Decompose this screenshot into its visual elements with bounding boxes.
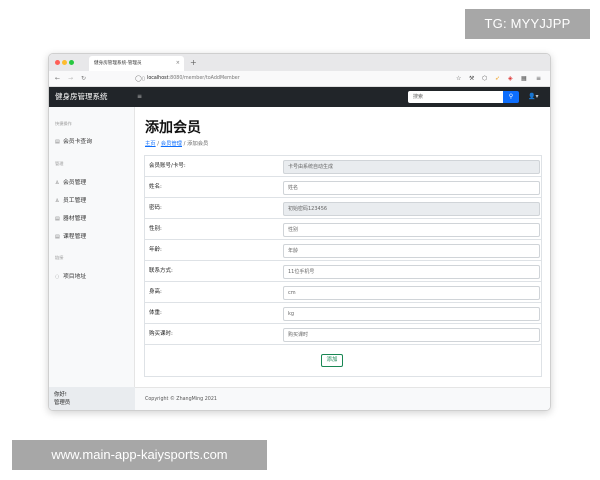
password-input bbox=[283, 202, 540, 216]
form-row-gender: 性别: bbox=[145, 219, 541, 240]
breadcrumb-separator: / bbox=[157, 141, 160, 147]
breadcrumb: 主页 / 会员管理 / 添加会员 bbox=[145, 139, 208, 147]
form-label: 体重: bbox=[149, 310, 162, 316]
form-label: 年龄: bbox=[149, 247, 162, 253]
form-label: 会员账号/卡号: bbox=[149, 163, 186, 169]
bookmark-star-icon[interactable]: ☆ bbox=[456, 75, 461, 83]
search-icon: ⚲ bbox=[508, 93, 514, 100]
form-label: 联系方式: bbox=[149, 268, 173, 274]
tab-close-icon[interactable]: × bbox=[176, 56, 180, 71]
tab-title: 健身房管理系统-管理员 bbox=[94, 61, 142, 66]
search-button[interactable]: ⚲ bbox=[503, 91, 519, 103]
shield-ext-icon[interactable]: ◈ bbox=[508, 75, 513, 83]
sidebar-heading-links: 链接 bbox=[55, 255, 64, 260]
watermark-bottom: www.main-app-kaiysports.com bbox=[12, 440, 267, 470]
age-input[interactable] bbox=[283, 244, 540, 258]
form-row-class-hours: 购买课时: bbox=[145, 324, 541, 345]
greeting-text: 你好! bbox=[54, 392, 67, 398]
list-icon: ▤ bbox=[55, 216, 60, 222]
add-member-button[interactable]: 添加 bbox=[321, 354, 343, 367]
sidebar-item-label: 会员卡查询 bbox=[63, 139, 92, 145]
tools-icon[interactable]: ⚒ bbox=[469, 75, 474, 83]
forward-icon[interactable]: → bbox=[68, 75, 73, 83]
pin-icon[interactable]: ➶ bbox=[495, 75, 500, 83]
sidebar-item-label: 员工管理 bbox=[63, 198, 87, 204]
user-icon: ♙ bbox=[55, 198, 60, 204]
form-row-height: 身高: bbox=[145, 282, 541, 303]
list-icon: ▤ bbox=[55, 234, 60, 240]
sidebar-item-equipment[interactable]: ▤ 器材管理 bbox=[55, 213, 86, 222]
name-input[interactable] bbox=[283, 181, 540, 195]
form-row-password: 密码: bbox=[145, 198, 541, 219]
main-content: 添加会员 主页 / 会员管理 / 添加会员 会员账号/卡号: 姓名: 密码: 性… bbox=[135, 107, 550, 410]
height-input[interactable] bbox=[283, 286, 540, 300]
form-label: 身高: bbox=[149, 289, 162, 295]
browser-tab[interactable]: 健身房管理系统-管理员 × bbox=[89, 56, 184, 71]
breadcrumb-current: 添加会员 bbox=[187, 141, 209, 147]
url-field[interactable]: localhost:8080/member/toAddMember bbox=[147, 74, 240, 84]
search-input[interactable] bbox=[408, 91, 503, 103]
minimize-window-icon[interactable] bbox=[62, 60, 67, 65]
close-window-icon[interactable] bbox=[55, 60, 60, 65]
sidebar-toggle-icon[interactable]: ▦ bbox=[521, 75, 527, 83]
user-icon: ♙ bbox=[55, 180, 60, 186]
breadcrumb-separator: / bbox=[183, 141, 186, 147]
maximize-window-icon[interactable] bbox=[69, 60, 74, 65]
sidebar-item-label: 项目地址 bbox=[63, 274, 87, 280]
tab-bar: 健身房管理系统-管理员 × + bbox=[49, 54, 550, 71]
add-member-form: 会员账号/卡号: 姓名: 密码: 性别: 年龄: 联系方式: bbox=[144, 155, 542, 377]
new-tab-icon[interactable]: + bbox=[190, 56, 197, 69]
menu-toggle-icon[interactable]: ≡ bbox=[137, 87, 142, 107]
form-row-name: 姓名: bbox=[145, 177, 541, 198]
sidebar-item-label: 器材管理 bbox=[63, 216, 87, 222]
card-number-input bbox=[283, 160, 540, 174]
form-label: 密码: bbox=[149, 205, 162, 211]
top-navbar: 健身房管理系统 ≡ ⚲ 👤▾ bbox=[49, 87, 550, 107]
copyright-text: Copyright © ZhangMing 2021 bbox=[145, 397, 217, 402]
sidebar-heading-quick: 快捷操作 bbox=[55, 121, 72, 126]
form-row-phone: 联系方式: bbox=[145, 261, 541, 282]
form-label: 姓名: bbox=[149, 184, 162, 190]
address-bar: ← → ↻ ◯ ▯ localhost:8080/member/toAddMem… bbox=[49, 71, 550, 87]
page-footer: Copyright © ZhangMing 2021 bbox=[135, 387, 550, 410]
sidebar-heading-manage: 管理 bbox=[55, 161, 64, 166]
sidebar-item-members[interactable]: ♙ 会员管理 bbox=[55, 177, 86, 186]
form-row-weight: 体重: bbox=[145, 303, 541, 324]
phone-input[interactable] bbox=[283, 265, 540, 279]
watermark-top: TG: MYYJJPP bbox=[465, 9, 590, 39]
user-menu-icon[interactable]: 👤▾ bbox=[528, 87, 538, 107]
page-title: 添加会员 bbox=[145, 120, 201, 136]
user-role: 管理员 bbox=[54, 400, 71, 406]
gender-input[interactable] bbox=[283, 223, 540, 237]
sidebar-item-staff[interactable]: ♙ 员工管理 bbox=[55, 195, 86, 204]
form-label: 购买课时: bbox=[149, 331, 173, 337]
sidebar-item-project-url[interactable]: ◌ 项目地址 bbox=[55, 271, 86, 280]
back-icon[interactable]: ← bbox=[55, 75, 60, 83]
page-icon: ▯ bbox=[142, 76, 145, 82]
app-brand[interactable]: 健身房管理系统 bbox=[55, 87, 108, 107]
form-row-card-number: 会员账号/卡号: bbox=[145, 156, 541, 177]
breadcrumb-section-link[interactable]: 会员管理 bbox=[161, 141, 182, 147]
form-label: 性别: bbox=[149, 226, 162, 232]
sidebar-item-card-query[interactable]: ▤ 会员卡查询 bbox=[55, 136, 92, 145]
sidebar-footer: 你好! 管理员 bbox=[49, 387, 135, 410]
sidebar-item-label: 课程管理 bbox=[63, 234, 87, 240]
class-hours-input[interactable] bbox=[283, 328, 540, 342]
browser-window: 健身房管理系统-管理员 × + ← → ↻ ◯ ▯ localhost:8080… bbox=[48, 53, 551, 411]
card-icon: ▤ bbox=[55, 139, 60, 145]
form-row-age: 年龄: bbox=[145, 240, 541, 261]
url-path: :8080/member/toAddMember bbox=[168, 76, 240, 81]
reload-icon[interactable]: ↻ bbox=[81, 75, 86, 83]
url-host: localhost bbox=[147, 76, 169, 81]
sidebar-item-courses[interactable]: ▤ 课程管理 bbox=[55, 231, 86, 240]
breadcrumb-home-link[interactable]: 主页 bbox=[145, 141, 156, 147]
app-menu-icon[interactable]: ≡ bbox=[536, 75, 541, 83]
sidebar: 快捷操作 ▤ 会员卡查询 管理 ♙ 会员管理 ♙ 员工管理 ▤ 器材管理 ▤ 课程管理 链… bbox=[49, 107, 135, 410]
github-icon: ◌ bbox=[55, 274, 60, 280]
shield-icon: ◯ bbox=[135, 75, 142, 82]
sidebar-item-label: 会员管理 bbox=[63, 180, 87, 186]
weight-input[interactable] bbox=[283, 307, 540, 321]
extension-icon[interactable]: ⬡ bbox=[482, 75, 487, 83]
